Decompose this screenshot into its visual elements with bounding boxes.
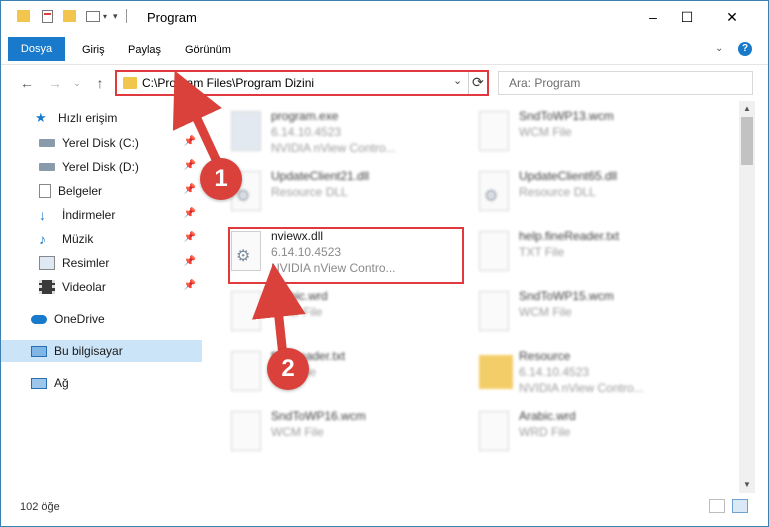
annotation-arrows — [172, 70, 306, 361]
arrow-to-file — [251, 263, 306, 361]
callout-badge-2: 2 — [267, 348, 309, 390]
arrow-to-address-bar — [172, 70, 225, 173]
callout-badge-1: 1 — [200, 158, 242, 200]
